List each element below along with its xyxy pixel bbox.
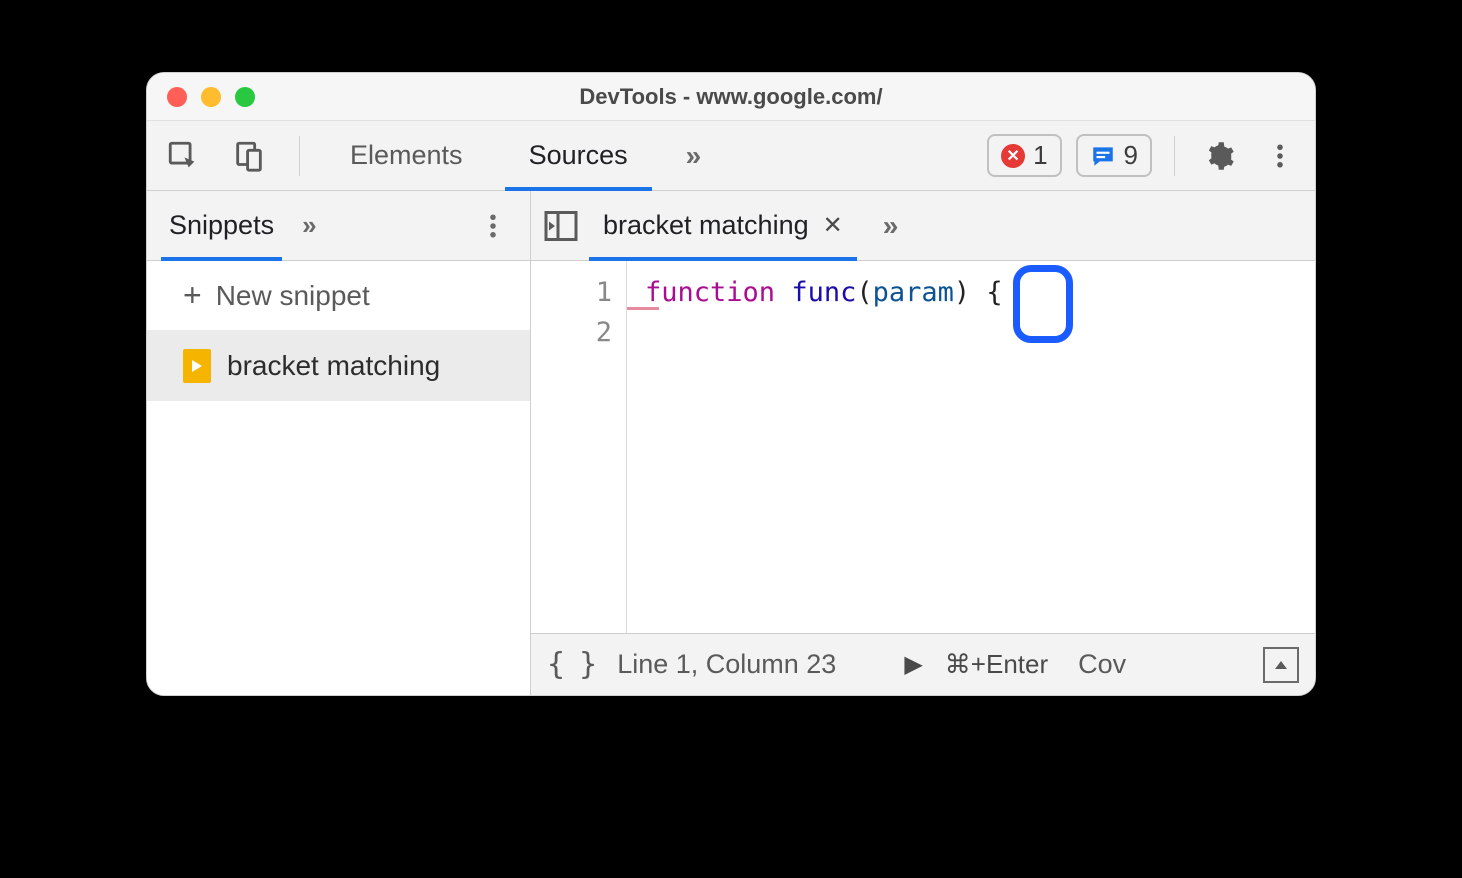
- new-snippet-button[interactable]: + New snippet: [147, 261, 530, 331]
- line-number: 2: [531, 313, 612, 353]
- toolbar-divider: [299, 136, 300, 176]
- code-line: function func(param) {: [645, 273, 1003, 313]
- code-editor[interactable]: 1 2 function func(param) {: [531, 261, 1315, 633]
- device-toggle-icon[interactable]: [225, 132, 273, 180]
- split-view: Snippets » + New snippet bracket matchin…: [147, 191, 1315, 695]
- toolbar-divider: [1174, 136, 1175, 176]
- window-controls: [167, 87, 255, 107]
- token-keyword: function: [645, 277, 775, 308]
- navigator-panel: Snippets » + New snippet bracket matchin…: [147, 191, 531, 695]
- main-toolbar: Elements Sources » ✕ 1 9: [147, 121, 1315, 191]
- coverage-label[interactable]: Cov: [1078, 649, 1126, 680]
- messages-badge[interactable]: 9: [1076, 134, 1152, 177]
- close-tab-icon[interactable]: ✕: [823, 211, 843, 240]
- tab-elements[interactable]: Elements: [326, 121, 487, 191]
- drawer-toggle-icon[interactable]: [1263, 647, 1299, 683]
- navigator-toggle-icon[interactable]: [543, 209, 579, 243]
- token-brace: {: [986, 277, 1002, 308]
- snippet-file-icon: [183, 349, 211, 383]
- token-param: param: [873, 277, 954, 308]
- more-editor-tabs-icon[interactable]: »: [867, 210, 915, 242]
- inspect-element-icon[interactable]: [159, 132, 207, 180]
- error-icon: ✕: [1001, 144, 1025, 168]
- navigator-more-icon[interactable]: [478, 211, 508, 241]
- tab-snippets[interactable]: Snippets: [161, 191, 282, 261]
- maximize-window-button[interactable]: [235, 87, 255, 107]
- token-paren: (: [856, 277, 872, 308]
- message-icon: [1090, 143, 1116, 169]
- run-icon[interactable]: ▶: [904, 650, 922, 679]
- editor-panel: bracket matching ✕ » 1 2 function func(p…: [531, 191, 1315, 695]
- editor-statusbar: { } Line 1, Column 23 ▶ ⌘+Enter Cov: [531, 633, 1315, 695]
- minimize-window-button[interactable]: [201, 87, 221, 107]
- token-paren: ): [954, 277, 970, 308]
- cursor-position: Line 1, Column 23: [617, 649, 836, 680]
- tab-sources[interactable]: Sources: [505, 121, 652, 191]
- devtools-window: DevTools - www.google.com/ Elements Sour…: [146, 72, 1316, 696]
- navigator-tabs: Snippets »: [147, 191, 530, 261]
- error-underline: [627, 307, 659, 310]
- pretty-print-icon[interactable]: { }: [547, 647, 595, 682]
- snippet-item[interactable]: bracket matching: [147, 331, 530, 401]
- errors-count: 1: [1033, 140, 1047, 171]
- snippet-name: bracket matching: [227, 350, 440, 382]
- more-navigator-tabs-icon[interactable]: »: [302, 210, 316, 241]
- bracket-highlight-annotation: [1013, 265, 1073, 343]
- code-content[interactable]: function func(param) {: [627, 261, 1003, 633]
- titlebar: DevTools - www.google.com/: [147, 73, 1315, 121]
- messages-count: 9: [1124, 140, 1138, 171]
- new-snippet-label: New snippet: [216, 280, 370, 312]
- editor-file-name: bracket matching: [603, 210, 809, 241]
- close-window-button[interactable]: [167, 87, 187, 107]
- editor-file-tab[interactable]: bracket matching ✕: [589, 191, 857, 261]
- plus-icon: +: [183, 277, 202, 314]
- more-options-icon[interactable]: [1265, 141, 1295, 171]
- settings-icon[interactable]: [1205, 141, 1235, 171]
- more-tabs-icon[interactable]: »: [670, 140, 718, 172]
- line-number: 1: [531, 273, 612, 313]
- line-gutter: 1 2: [531, 261, 627, 633]
- token-function-name: func: [791, 277, 856, 308]
- window-title: DevTools - www.google.com/: [147, 84, 1315, 110]
- errors-badge[interactable]: ✕ 1: [987, 134, 1061, 177]
- editor-tabs: bracket matching ✕ »: [531, 191, 1315, 261]
- run-shortcut: ⌘+Enter: [945, 649, 1048, 680]
